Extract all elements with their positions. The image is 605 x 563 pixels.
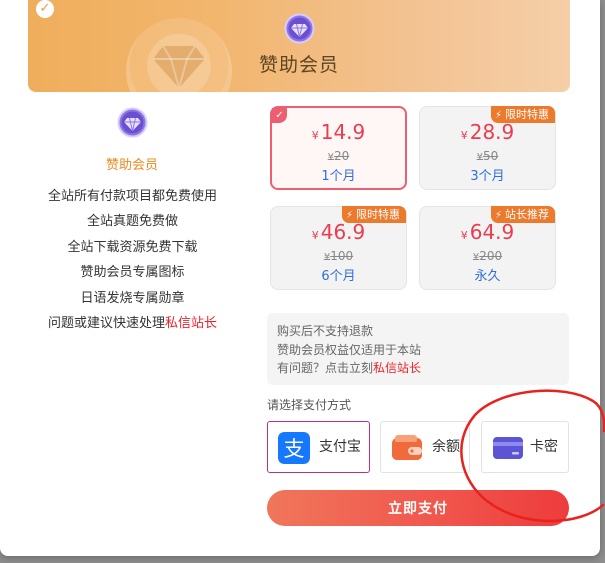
diamond-coin-watermark-icon: [126, 18, 232, 92]
alipay-icon: 支: [278, 432, 310, 464]
pay-method-label: 卡密: [530, 439, 558, 455]
banner-title: 赞助会员: [258, 54, 339, 76]
plan-original-price: ¥100: [323, 249, 354, 263]
notice-line: 有问题？点击立刻私信站长: [277, 361, 422, 375]
plan-card-3-months[interactable]: ⚡ 限时特惠 ¥28.9 ¥50 3个月: [419, 106, 556, 190]
plan-duration: 6个月: [321, 269, 356, 284]
check-icon: ✓: [36, 0, 54, 18]
perk-item: 全站真题免费做: [86, 214, 178, 230]
pay-now-button[interactable]: 立即支付: [267, 490, 569, 526]
membership-title: 赞助会员: [105, 158, 158, 173]
plan-price: ¥14.9: [311, 120, 366, 144]
payment-method-label: 请选择支付方式: [267, 398, 352, 412]
plan-original-price: ¥50: [476, 149, 499, 163]
perk-text: 问题或建议快速处理: [47, 315, 165, 331]
message-admin-link[interactable]: 私信站长: [373, 361, 421, 375]
sponsor-modal: ✓ 赞助会员 赞助会员 全站所有付款项目都免费使用 全站真题免费做 全站下载资源…: [0, 0, 605, 556]
perk-item: 全站下载资源免费下载: [67, 239, 198, 255]
pay-method-label: 余额: [432, 439, 460, 455]
promo-tag: ⚡ 站长推荐: [490, 206, 555, 223]
svg-text:支: 支: [284, 437, 305, 461]
perk-item: 赞助会员专属图标: [80, 265, 185, 281]
perks-list: 全站所有付款项目都免费使用 全站真题免费做 全站下载资源免费下载 赞助会员专属图…: [25, 184, 240, 336]
diamond-badge-icon: [284, 13, 315, 44]
plan-duration: 3个月: [470, 169, 505, 184]
wallet-icon: [392, 435, 422, 460]
notice-line: 赞助会员权益仅适用于本站: [277, 342, 422, 357]
plan-card-6-months[interactable]: ⚡ 限时特惠 ¥46.9 ¥100 6个月: [270, 206, 407, 290]
lightning-icon: ⚡: [494, 110, 502, 121]
plan-duration: 永久: [474, 269, 501, 284]
pay-method-balance[interactable]: 余额: [380, 421, 470, 473]
diamond-badge-icon: [117, 107, 148, 138]
card-icon: [493, 437, 523, 459]
promo-tag: ⚡ 限时特惠: [341, 206, 406, 223]
pay-method-alipay[interactable]: 支 支付宝: [267, 421, 370, 473]
perk-item: 日语发烧专属勋章: [80, 290, 185, 306]
lightning-icon: ⚡: [345, 210, 353, 221]
purchase-notice: 购买后不支持退款 赞助会员权益仅适用于本站 有问题？点击立刻私信站长: [267, 313, 569, 385]
notice-line: 购买后不支持退款: [277, 324, 374, 338]
plan-original-price: ¥20: [327, 149, 350, 163]
lightning-icon: ⚡: [494, 210, 502, 221]
message-admin-link[interactable]: 私信站长: [165, 316, 217, 331]
pay-method-card-key[interactable]: 卡密: [481, 421, 569, 473]
plan-card-lifetime[interactable]: ⚡ 站长推荐 ¥64.9 ¥200 永久: [419, 206, 556, 290]
plan-duration: 1个月: [321, 169, 356, 184]
pay-method-label: 支付宝: [319, 439, 361, 455]
perk-item: 问题或建议快速处理私信站长: [25, 311, 240, 336]
perk-item: 全站所有付款项目都免费使用: [47, 189, 217, 204]
plan-original-price: ¥200: [472, 249, 503, 263]
plan-card-1-month[interactable]: ✓ ¥14.9 ¥20 1个月: [270, 106, 407, 190]
promo-tag: ⚡ 限时特惠: [490, 106, 555, 123]
vip-banner: ✓ 赞助会员: [28, 0, 570, 92]
